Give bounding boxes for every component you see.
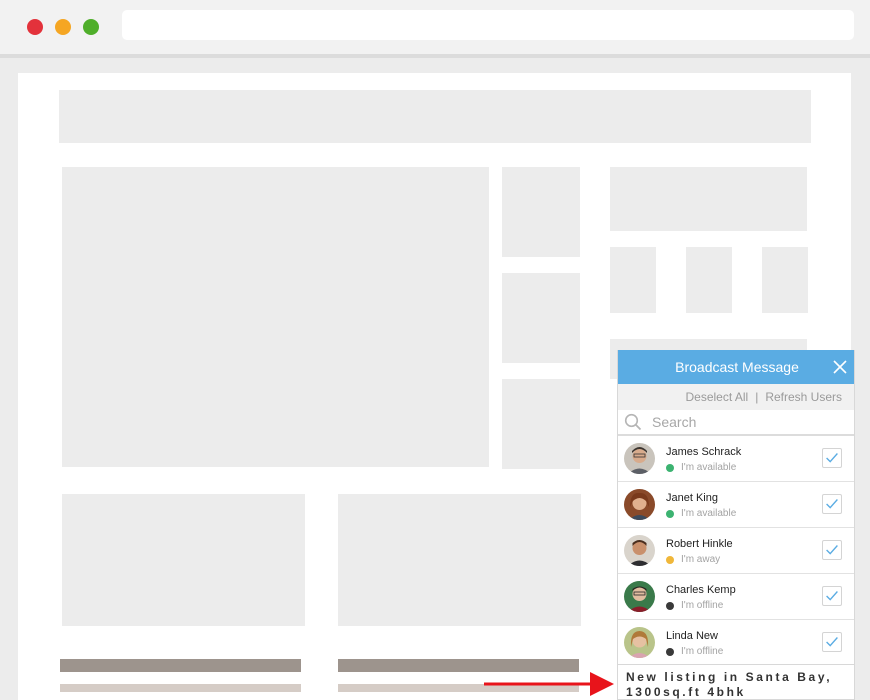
user-select-checkbox[interactable] [822,632,842,652]
side-banner-placeholder [610,167,807,231]
side-tile-placeholder [610,247,656,313]
user-avatar [624,489,655,520]
user-row[interactable]: Janet King I'm available [618,482,854,528]
user-row[interactable]: James Schrack I'm available [618,436,854,482]
search-icon [624,413,642,431]
window-close-control[interactable] [27,19,43,35]
checkmark-icon [826,545,838,555]
card-image-placeholder [62,494,305,626]
user-avatar [624,443,655,474]
checkmark-icon [826,637,838,647]
message-text: New listing in Santa Bay, 1300sq.ft 4bhk [626,670,833,699]
side-tile-placeholder [686,247,732,313]
status-indicator [666,464,674,472]
user-name: Charles Kemp [666,584,736,596]
panel-actions: Deselect All | Refresh Users [618,384,854,410]
user-select-checkbox[interactable] [822,494,842,514]
hero-placeholder [62,167,489,467]
user-name: James Schrack [666,446,742,458]
side-tile-placeholder [762,247,808,313]
window-minimize-control[interactable] [55,19,71,35]
status-indicator [666,510,674,518]
panel-header: Broadcast Message [618,350,854,384]
user-status: I'm offline [681,646,724,657]
user-select-checkbox[interactable] [822,448,842,468]
user-name: Janet King [666,492,718,504]
toolbar-divider [0,54,870,58]
status-indicator [666,648,674,656]
card-image-placeholder [338,494,581,626]
actions-separator: | [755,390,759,404]
refresh-users-link[interactable]: Refresh Users [765,390,842,404]
search-input[interactable] [650,413,844,431]
user-row[interactable]: Linda New I'm offline [618,620,854,666]
status-indicator [666,556,674,564]
user-row[interactable]: Robert Hinkle I'm away [618,528,854,574]
card-text-placeholder [60,684,301,692]
header-placeholder [59,90,811,143]
card-title-placeholder [60,659,301,672]
user-status: I'm offline [681,600,724,611]
user-select-checkbox[interactable] [822,586,842,606]
user-avatar [624,581,655,612]
message-input[interactable]: New listing in Santa Bay, 1300sq.ft 4bhk [618,664,854,699]
thumb-placeholder [502,167,580,257]
status-indicator [666,602,674,610]
search-bar [618,410,854,436]
checkmark-icon [826,591,838,601]
user-avatar [624,535,655,566]
checkmark-icon [826,453,838,463]
deselect-all-link[interactable]: Deselect All [685,390,748,404]
user-avatar [624,627,655,658]
window-maximize-control[interactable] [83,19,99,35]
user-status: I'm available [681,508,737,519]
checkmark-icon [826,499,838,509]
user-name: Robert Hinkle [666,538,733,550]
user-name: Linda New [666,630,718,642]
thumb-placeholder [502,273,580,363]
arrow-icon [484,672,614,696]
broadcast-panel: Broadcast Message Deselect All | Refresh… [617,350,855,700]
panel-title: Broadcast Message [675,359,799,375]
user-status: I'm available [681,462,737,473]
user-row[interactable]: Charles Kemp I'm offline [618,574,854,620]
address-bar[interactable] [122,10,854,40]
thumb-placeholder [502,379,580,469]
user-select-checkbox[interactable] [822,540,842,560]
user-list: James Schrack I'm available Janet King I… [618,436,854,666]
user-status: I'm away [681,554,721,565]
close-icon[interactable] [832,359,848,375]
